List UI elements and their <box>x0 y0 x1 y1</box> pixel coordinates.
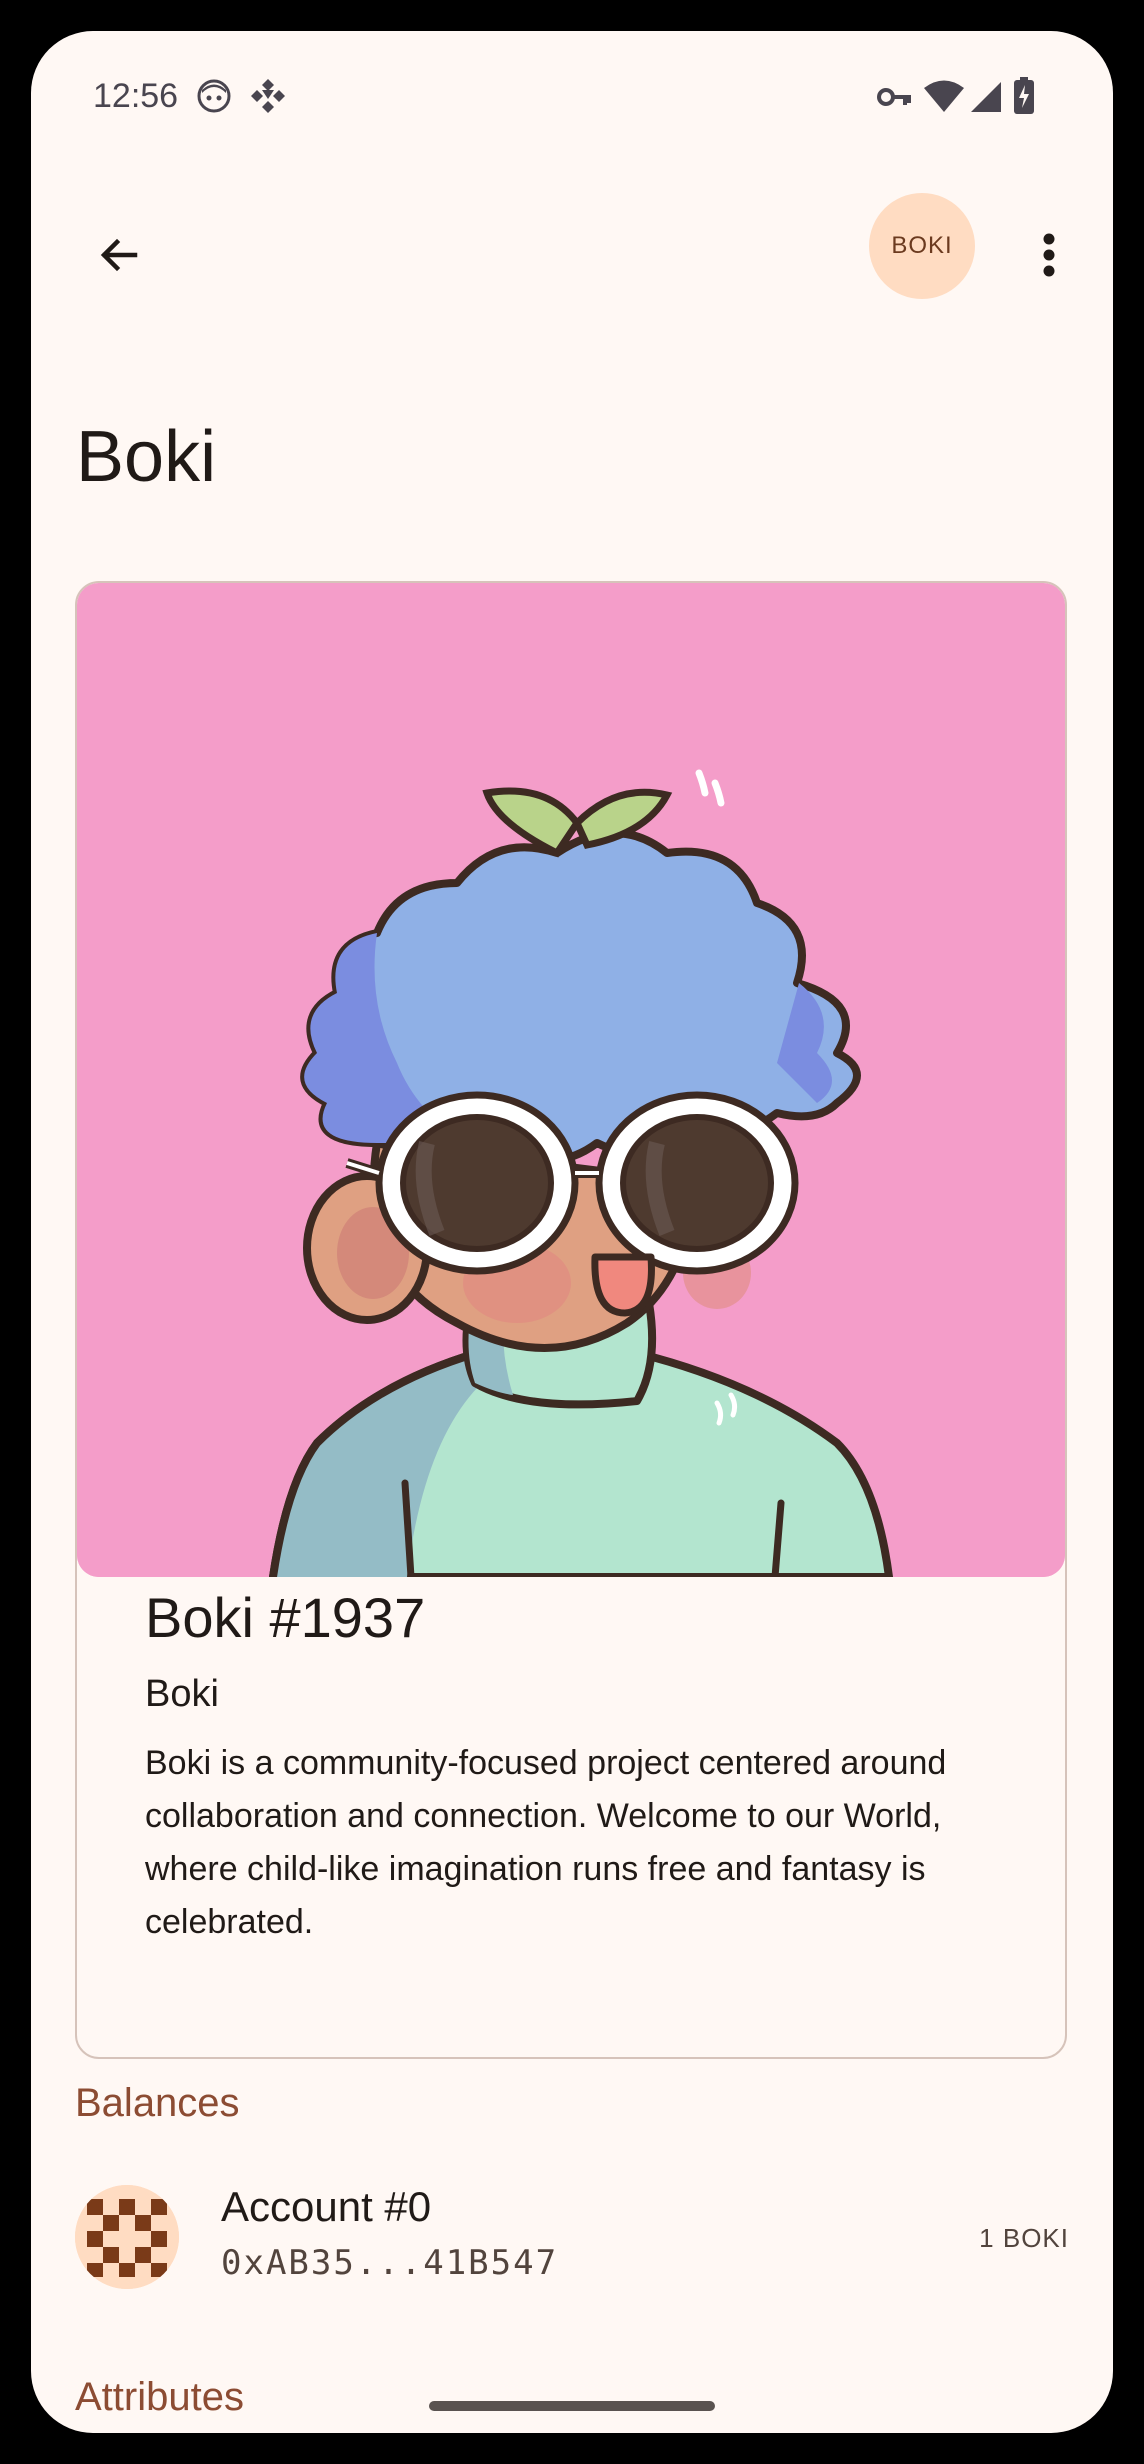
wifi-icon <box>923 79 965 118</box>
nft-description: Boki is a community-focused project cent… <box>145 1744 947 1941</box>
balances-section-title: Balances <box>75 2081 240 2125</box>
battery-icon <box>1013 77 1035 120</box>
kodi-notification-icon <box>249 77 287 120</box>
back-button[interactable] <box>75 211 163 299</box>
arrow-back-icon <box>100 238 138 272</box>
phone-screen: 12:56 BOKI Boki Boki #1937 Boki Boki is … <box>31 31 1113 2433</box>
nft-collection-name: Boki <box>145 1673 219 1715</box>
status-bar: 12:56 <box>31 31 1113 161</box>
boki-character-illustration <box>77 583 1065 1577</box>
more-options-button[interactable] <box>1013 211 1085 299</box>
account-identicon <box>75 2185 179 2289</box>
account-balance-amount: 1 BOKI <box>979 2223 1069 2253</box>
nft-image[interactable] <box>77 583 1065 1577</box>
account-name: Account #0 <box>221 2183 432 2230</box>
status-time: 12:56 <box>93 77 179 115</box>
gesture-home-indicator[interactable] <box>429 2401 715 2411</box>
page-title: Boki <box>76 417 217 497</box>
attributes-section-title: Attributes <box>75 2375 244 2419</box>
nft-card: Boki #1937 Boki Boki is a community-focu… <box>75 581 1067 2059</box>
vpn-key-icon <box>877 83 913 116</box>
nft-title: Boki #1937 <box>145 1586 426 1649</box>
signal-icon <box>969 79 1003 118</box>
more-vert-icon <box>1043 233 1055 277</box>
balance-list-item[interactable]: Account #0 0xAB35...41B547 1 BOKI <box>31 2159 1113 2299</box>
account-address: 0xAB35...41B547 <box>221 2243 559 2283</box>
face-notification-icon <box>197 79 231 118</box>
token-avatar-chip[interactable]: BOKI <box>869 193 975 299</box>
